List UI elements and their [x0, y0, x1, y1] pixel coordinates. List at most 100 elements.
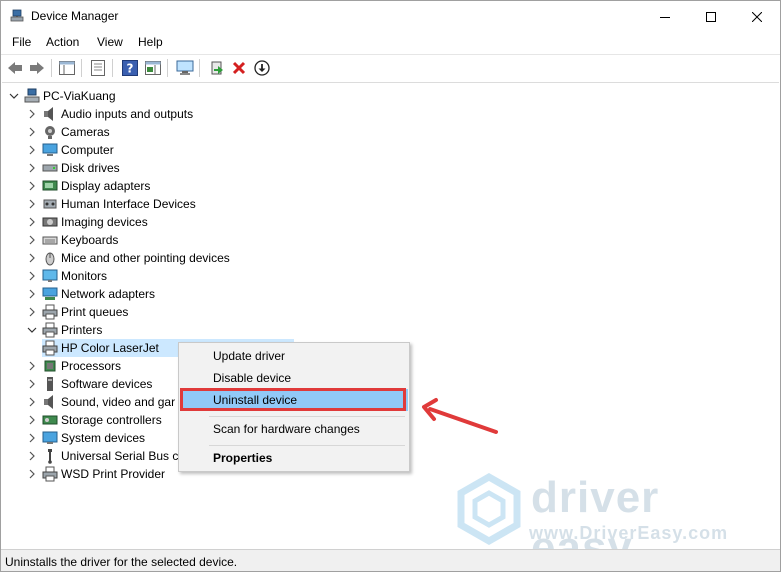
chevron-right-icon[interactable] — [26, 231, 38, 249]
chevron-right-icon[interactable] — [26, 213, 38, 231]
tree-item-label: Audio inputs and outputs — [61, 107, 194, 121]
tree-category-software-devices[interactable]: Software devices — [26, 375, 152, 393]
usb-icon — [42, 448, 58, 464]
enable-device-button[interactable] — [252, 58, 272, 78]
tree-category-computer[interactable]: Computer — [26, 141, 114, 159]
forward-arrow-icon — [30, 62, 44, 74]
storage-controller-icon — [42, 412, 58, 428]
tree-category-universal-serial-bus-co[interactable]: Universal Serial Bus co — [26, 447, 185, 465]
tree-item-label: Processors — [61, 359, 122, 373]
menu-view[interactable]: View — [95, 35, 125, 49]
tree-category-human-interface-devices[interactable]: Human Interface Devices — [26, 195, 196, 213]
toolbar-separator — [81, 59, 82, 77]
action-pane-button[interactable] — [143, 58, 163, 78]
title-bar: Device Manager — [1, 1, 780, 32]
annotation-arrow-icon — [422, 398, 498, 434]
network-adapter-icon — [42, 286, 58, 302]
tree-category-disk-drives[interactable]: Disk drives — [26, 159, 120, 177]
tree-item-label: Network adapters — [61, 287, 156, 301]
chevron-right-icon[interactable] — [26, 123, 38, 141]
tree-item-label: Display adapters — [61, 179, 151, 193]
chevron-right-icon[interactable] — [26, 429, 38, 447]
tree-category-printers[interactable]: Printers — [26, 321, 102, 339]
chevron-right-icon[interactable] — [26, 159, 38, 177]
chevron-right-icon[interactable] — [26, 447, 38, 465]
tree-item-label: Software devices — [61, 377, 153, 391]
chevron-down-icon[interactable] — [26, 321, 38, 339]
maximize-icon — [706, 11, 716, 22]
tree-category-audio-inputs-and-outputs[interactable]: Audio inputs and outputs — [26, 105, 193, 123]
tree-category-keyboards[interactable]: Keyboards — [26, 231, 118, 249]
chevron-right-icon[interactable] — [26, 375, 38, 393]
toolbar: ? — [1, 54, 780, 81]
status-bar: Uninstalls the driver for the selected d… — [1, 549, 780, 571]
ctx-update-driver[interactable]: Update driver — [180, 345, 408, 367]
tree-category-wsd-print-provider[interactable]: WSD Print Provider — [26, 465, 165, 483]
monitor-icon — [42, 268, 58, 284]
chevron-right-icon[interactable] — [26, 285, 38, 303]
tree-category-system-devices[interactable]: System devices — [26, 429, 145, 447]
printer-icon — [42, 466, 58, 482]
chevron-down-icon[interactable] — [8, 87, 20, 105]
uninstall-device-button[interactable] — [229, 58, 249, 78]
device-manager-app-icon — [10, 9, 24, 22]
chevron-right-icon[interactable] — [26, 267, 38, 285]
properties-sheet-icon — [91, 60, 105, 76]
chevron-right-icon[interactable] — [26, 195, 38, 213]
scan-hardware-button[interactable] — [175, 58, 195, 78]
toolbar-separator — [199, 59, 200, 77]
ctx-scan-hardware[interactable]: Scan for hardware changes — [180, 418, 408, 440]
tree-category-imaging-devices[interactable]: Imaging devices — [26, 213, 148, 231]
tree-category-sound-video-and-gar[interactable]: Sound, video and gar — [26, 393, 175, 411]
update-driver-button[interactable] — [207, 58, 227, 78]
close-button[interactable] — [734, 1, 780, 32]
watermark: driver easy www.DriverEasy.com — [453, 472, 763, 572]
forward-button[interactable] — [27, 58, 47, 78]
chevron-right-icon[interactable] — [26, 393, 38, 411]
properties-sheet-button[interactable] — [88, 58, 108, 78]
chevron-right-icon[interactable] — [26, 105, 38, 123]
keyboard-icon — [42, 232, 58, 248]
display-adapter-icon — [42, 178, 58, 194]
tree-item-label: Print queues — [61, 305, 129, 319]
system-device-icon — [42, 430, 58, 446]
console-tree-icon — [59, 61, 75, 75]
tree-item-label: Imaging devices — [61, 215, 148, 229]
ctx-properties[interactable]: Properties — [180, 447, 408, 469]
chevron-right-icon[interactable] — [26, 465, 38, 483]
tree-root[interactable]: PC-ViaKuang — [8, 87, 116, 105]
chevron-right-icon[interactable] — [26, 177, 38, 195]
chevron-right-icon[interactable] — [26, 411, 38, 429]
tree-category-monitors[interactable]: Monitors — [26, 267, 107, 285]
speaker-icon — [42, 106, 58, 122]
menu-help[interactable]: Help — [136, 35, 165, 49]
tree-category-print-queues[interactable]: Print queues — [26, 303, 128, 321]
show-hide-console-tree-button[interactable] — [57, 58, 77, 78]
speaker-icon — [42, 394, 58, 410]
menu-action[interactable]: Action — [44, 35, 81, 49]
help-button[interactable]: ? — [120, 58, 140, 78]
monitor-scan-icon — [176, 60, 194, 75]
watermark-url: www.DriverEasy.com — [529, 523, 729, 543]
menu-bar: File Action View Help — [1, 32, 780, 52]
action-pane-icon — [145, 61, 161, 75]
minimize-button[interactable] — [642, 1, 688, 32]
tree-category-cameras[interactable]: Cameras — [26, 123, 110, 141]
maximize-button[interactable] — [688, 1, 734, 32]
chevron-right-icon[interactable] — [26, 141, 38, 159]
back-arrow-icon — [8, 62, 22, 74]
tree-category-mice-and-other-pointing-devices[interactable]: Mice and other pointing devices — [26, 249, 230, 267]
chevron-right-icon[interactable] — [26, 357, 38, 375]
back-button[interactable] — [5, 58, 25, 78]
chevron-right-icon[interactable] — [26, 303, 38, 321]
tree-category-network-adapters[interactable]: Network adapters — [26, 285, 155, 303]
tree-category-display-adapters[interactable]: Display adapters — [26, 177, 150, 195]
tree-item-label: WSD Print Provider — [61, 467, 166, 481]
ctx-disable-device[interactable]: Disable device — [180, 367, 408, 389]
tree-item-label: System devices — [61, 431, 146, 445]
tree-category-processors[interactable]: Processors — [26, 357, 121, 375]
svg-text:?: ? — [127, 62, 134, 76]
tree-category-storage-controllers[interactable]: Storage controllers — [26, 411, 162, 429]
menu-file[interactable]: File — [10, 35, 33, 49]
chevron-right-icon[interactable] — [26, 249, 38, 267]
